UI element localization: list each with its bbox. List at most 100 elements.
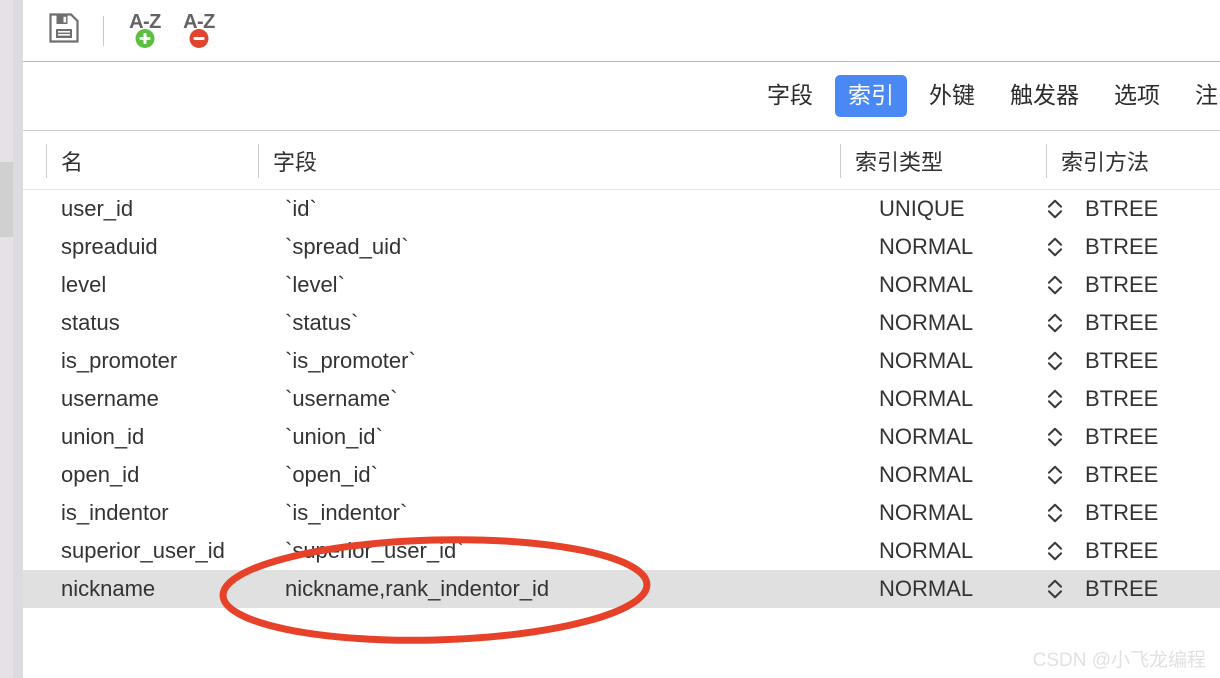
index-type-cell[interactable]: NORMAL	[879, 380, 973, 418]
tab-fields-label: 字段	[767, 82, 813, 108]
table-row[interactable]: status `status` NORMAL BTREE	[23, 304, 1220, 342]
index-name-cell[interactable]: open_id	[61, 456, 139, 494]
index-method-cell[interactable]: BTREE	[1085, 456, 1158, 494]
table-row[interactable]: spreaduid `spread_uid` NORMAL BTREE	[23, 228, 1220, 266]
tab-comment-label: 注	[1195, 82, 1218, 108]
index-field-cell[interactable]: `id`	[285, 190, 317, 228]
index-type-cell[interactable]: NORMAL	[879, 494, 973, 532]
table-row[interactable]: open_id `open_id` NORMAL BTREE	[23, 456, 1220, 494]
table-row[interactable]: is_promoter `is_promoter` NORMAL BTREE	[23, 342, 1220, 380]
index-type-stepper[interactable]	[1045, 236, 1065, 258]
index-type-stepper[interactable]	[1045, 464, 1065, 486]
index-method-cell[interactable]: BTREE	[1085, 304, 1158, 342]
left-panel-edge	[13, 0, 23, 678]
index-type-stepper[interactable]	[1045, 540, 1065, 562]
index-name-cell[interactable]: username	[61, 380, 159, 418]
tab-fields[interactable]: 字段	[754, 75, 826, 117]
add-index-button[interactable]: A-Z	[118, 7, 172, 55]
index-field-cell[interactable]: `username`	[285, 380, 397, 418]
tab-triggers-label: 触发器	[1010, 82, 1079, 108]
index-type-cell[interactable]: NORMAL	[879, 418, 973, 456]
save-button[interactable]	[37, 7, 91, 55]
index-type-cell[interactable]: NORMAL	[879, 342, 973, 380]
table-row[interactable]: superior_user_id `superior_user_id` NORMAL…	[23, 532, 1220, 570]
index-name-cell[interactable]: user_id	[61, 190, 133, 228]
tab-foreign-keys[interactable]: 外键	[916, 75, 988, 117]
tab-foreign-keys-label: 外键	[929, 82, 975, 108]
index-field-cell[interactable]: `spread_uid`	[285, 228, 409, 266]
index-field-cell[interactable]: `is_indentor`	[285, 494, 407, 532]
index-field-cell[interactable]: `is_promoter`	[285, 342, 416, 380]
index-field-cell[interactable]: `union_id`	[285, 418, 383, 456]
minus-badge-icon	[189, 28, 209, 48]
index-type-stepper[interactable]	[1045, 388, 1065, 410]
table-row[interactable]: is_indentor `is_indentor` NORMAL BTREE	[23, 494, 1220, 532]
index-type-stepper[interactable]	[1045, 578, 1065, 600]
index-field-cell[interactable]: `open_id`	[285, 456, 378, 494]
index-grid: 名 字段 索引类型 索引方法 user_id `id` UNIQUE BTREE spr…	[23, 131, 1220, 678]
column-header-field[interactable]: 字段	[258, 131, 317, 190]
tab-indexes[interactable]: 索引	[835, 75, 907, 117]
index-method-cell[interactable]: BTREE	[1085, 266, 1158, 304]
designer-tabbar: 字段 索引 外键 触发器 选项 注	[23, 62, 1220, 131]
index-name-cell[interactable]: level	[61, 266, 106, 304]
toolbar: A-Z A-Z	[23, 0, 1220, 62]
index-name-cell[interactable]: is_promoter	[61, 342, 177, 380]
index-type-stepper[interactable]	[1045, 198, 1065, 220]
outer-scrollbar-thumb[interactable]	[0, 162, 13, 237]
index-designer-window: A-Z A-Z 字段 索引 外键 触发器 选项 注 名 字段 索引类型 索引方法 user…	[0, 0, 1220, 678]
toolbar-divider	[103, 15, 104, 46]
index-type-cell[interactable]: UNIQUE	[879, 190, 965, 228]
index-type-cell[interactable]: NORMAL	[879, 228, 973, 266]
column-header-name[interactable]: 名	[46, 131, 83, 190]
grid-body: user_id `id` UNIQUE BTREE spreaduid `spread_u…	[23, 190, 1220, 608]
table-row[interactable]: level `level` NORMAL BTREE	[23, 266, 1220, 304]
index-name-cell[interactable]: superior_user_id	[61, 532, 225, 570]
index-field-cell[interactable]: `superior_user_id`	[285, 532, 464, 570]
tab-comment[interactable]: 注	[1182, 75, 1220, 117]
index-name-cell[interactable]: spreaduid	[61, 228, 158, 266]
index-method-cell[interactable]: BTREE	[1085, 228, 1158, 266]
watermark: CSDN @小飞龙编程	[1033, 645, 1206, 672]
tab-triggers[interactable]: 触发器	[997, 75, 1092, 117]
table-row[interactable]: union_id `union_id` NORMAL BTREE	[23, 418, 1220, 456]
index-name-cell[interactable]: union_id	[61, 418, 144, 456]
column-header-index-type[interactable]: 索引类型	[840, 131, 943, 190]
tab-options-label: 选项	[1114, 82, 1160, 108]
index-method-cell[interactable]: BTREE	[1085, 380, 1158, 418]
watermark-text: CSDN @小飞龙编程	[1032, 650, 1206, 671]
index-type-cell[interactable]: NORMAL	[879, 304, 973, 342]
index-type-stepper[interactable]	[1045, 502, 1065, 524]
delete-index-button[interactable]: A-Z	[172, 7, 226, 55]
table-row[interactable]: username `username` NORMAL BTREE	[23, 380, 1220, 418]
index-type-cell[interactable]: NORMAL	[879, 266, 973, 304]
index-field-cell[interactable]: `level`	[285, 266, 345, 304]
tab-indexes-label: 索引	[848, 82, 894, 108]
table-row[interactable]: nickname nickname,rank_indentor_id NORMAL B…	[23, 570, 1220, 608]
index-method-cell[interactable]: BTREE	[1085, 418, 1158, 456]
index-type-stepper[interactable]	[1045, 350, 1065, 372]
index-type-stepper[interactable]	[1045, 274, 1065, 296]
index-field-cell[interactable]: nickname,rank_indentor_id	[285, 570, 549, 608]
plus-badge-icon	[135, 28, 155, 48]
index-method-cell[interactable]: BTREE	[1085, 190, 1158, 228]
grid-header-row: 名 字段 索引类型 索引方法	[23, 131, 1220, 190]
floppy-disk-save-icon	[47, 11, 81, 50]
index-name-cell[interactable]: status	[61, 304, 120, 342]
index-method-cell[interactable]: BTREE	[1085, 494, 1158, 532]
index-type-cell[interactable]: NORMAL	[879, 532, 973, 570]
index-name-cell[interactable]: is_indentor	[61, 494, 169, 532]
outer-vertical-scrollbar[interactable]	[0, 0, 13, 678]
index-type-stepper[interactable]	[1045, 426, 1065, 448]
index-name-cell[interactable]: nickname	[61, 570, 155, 608]
index-method-cell[interactable]: BTREE	[1085, 532, 1158, 570]
index-type-cell[interactable]: NORMAL	[879, 456, 973, 494]
index-field-cell[interactable]: `status`	[285, 304, 358, 342]
index-type-cell[interactable]: NORMAL	[879, 570, 973, 608]
table-row[interactable]: user_id `id` UNIQUE BTREE	[23, 190, 1220, 228]
tab-options[interactable]: 选项	[1101, 75, 1173, 117]
index-type-stepper[interactable]	[1045, 312, 1065, 334]
index-method-cell[interactable]: BTREE	[1085, 570, 1158, 608]
index-method-cell[interactable]: BTREE	[1085, 342, 1158, 380]
column-header-index-method[interactable]: 索引方法	[1046, 131, 1149, 190]
